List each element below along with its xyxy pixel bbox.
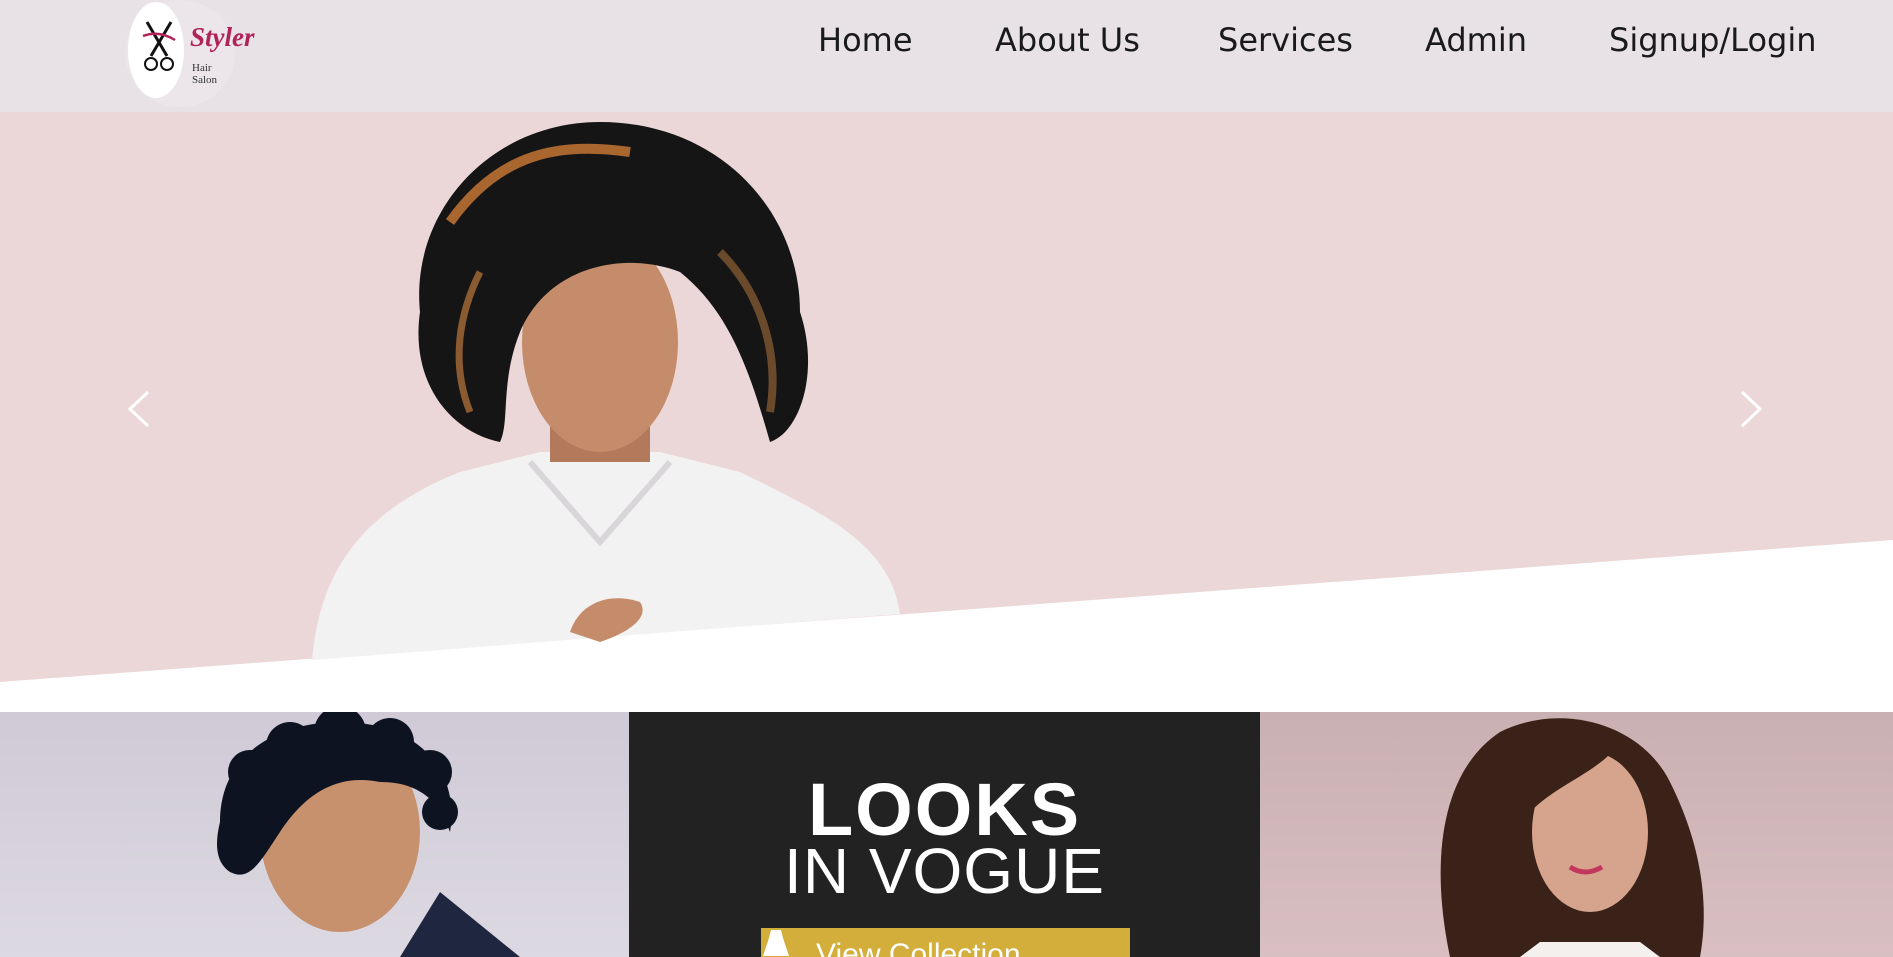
chevron-left-icon[interactable] — [118, 372, 162, 442]
curly-hair-man-image — [217, 712, 520, 957]
view-collection-label: View Collection — [816, 938, 1021, 957]
nav-services-link[interactable]: Services — [1218, 16, 1353, 64]
navbar: Styler Hair Salon Home About Us Services… — [0, 0, 1893, 112]
nav-home-link[interactable]: Home — [818, 16, 913, 64]
tile-looks-in-vogue: LOOKS IN VOGUE View Collection — [629, 712, 1260, 957]
promo-heading-line2: IN VOGUE — [784, 835, 1105, 907]
dress-icon — [763, 930, 789, 956]
chevron-right-icon[interactable] — [1728, 372, 1772, 442]
hero-model-image — [312, 122, 900, 660]
wavy-hair-woman-image — [1440, 718, 1704, 957]
tile-male-model[interactable] — [0, 712, 629, 957]
promo-tiles: LOOKS IN VOGUE View Collection — [0, 712, 1893, 957]
main-nav: Home About Us Services Admin Signup/Logi… — [0, 16, 1893, 66]
nav-about-link[interactable]: About Us — [995, 16, 1140, 64]
hero-background — [0, 112, 1893, 682]
tile-female-model[interactable] — [1260, 712, 1893, 957]
view-collection-button[interactable]: View Collection — [761, 928, 1130, 957]
nav-signup-login-link[interactable]: Signup/Login — [1609, 16, 1817, 64]
hero-carousel — [0, 112, 1893, 712]
nav-admin-link[interactable]: Admin — [1425, 16, 1527, 64]
